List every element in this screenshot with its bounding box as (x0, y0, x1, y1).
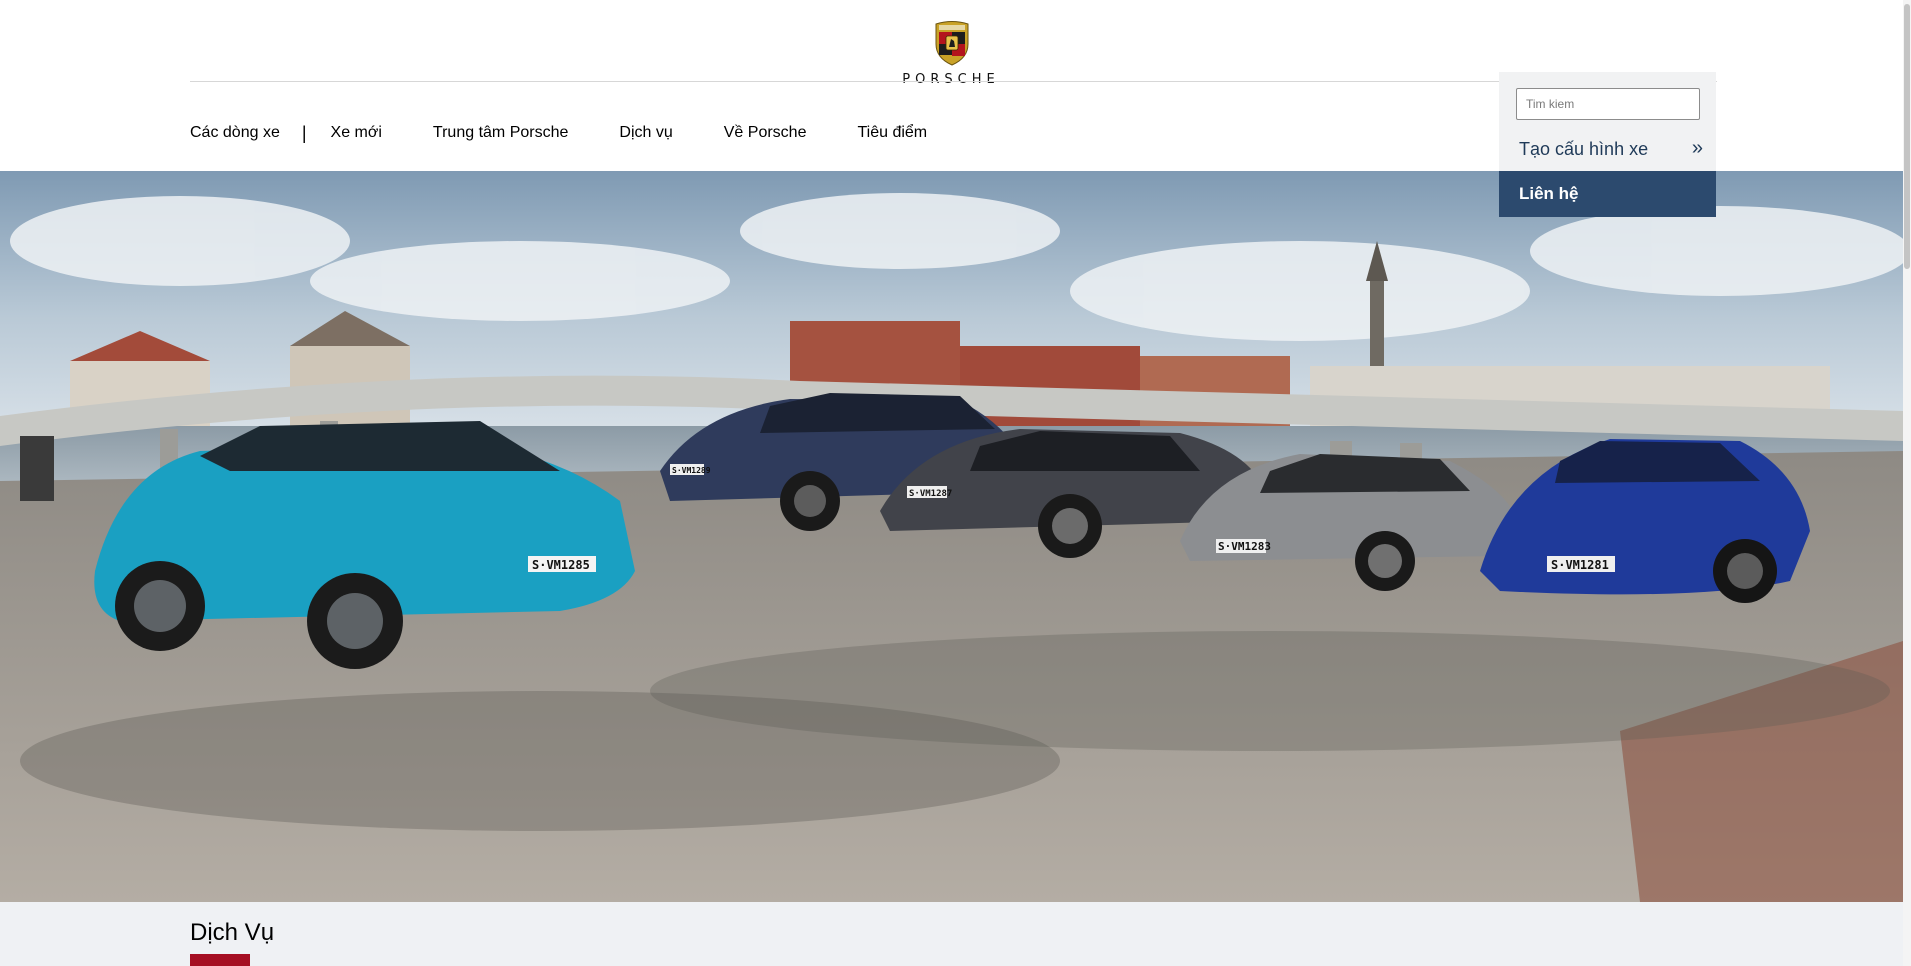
contact-label: Liên hệ (1519, 184, 1579, 203)
hero-banner-image: S·VM1285 S·VM1289 S·VM1287 S·VM1283 S·VM… (0, 171, 1903, 902)
quick-actions-panel: Tạo cấu hình xe » Liên hệ (1499, 72, 1716, 217)
nav-item-services[interactable]: Dịch vụ (619, 124, 672, 142)
configurator-label: Tạo cấu hình xe (1519, 139, 1649, 159)
nav-item-new-cars[interactable]: Xe mới (331, 124, 382, 142)
nav-item-about-porsche[interactable]: Về Porsche (724, 124, 807, 142)
configurator-link[interactable]: Tạo cấu hình xe » (1499, 130, 1716, 166)
contact-button[interactable]: Liên hệ (1499, 171, 1716, 217)
porsche-logo[interactable]: PORSCHE (889, 20, 1013, 88)
plate-cayman: S·VM1283 (1218, 540, 1271, 553)
plate-cayenne: S·VM1289 (672, 466, 711, 475)
main-nav: Các dòng xe | Xe mới Trung tâm Porsche D… (190, 122, 927, 144)
nav-item-highlights[interactable]: Tiêu điểm (857, 124, 927, 142)
hero-illustration: S·VM1285 S·VM1289 S·VM1287 S·VM1283 S·VM… (0, 171, 1903, 902)
scrollbar-thumb[interactable] (1904, 4, 1910, 269)
services-section: Dịch Vụ (0, 902, 1903, 966)
nav-item-models[interactable]: Các dòng xe (190, 124, 280, 142)
plate-macan: S·VM1285 (532, 558, 590, 572)
double-chevron-right-icon: » (1691, 137, 1703, 159)
nav-separator: | (301, 122, 307, 143)
porsche-crest-icon (935, 21, 969, 66)
porsche-wordmark: PORSCHE (902, 72, 1000, 87)
page-scrollbar[interactable] (1903, 0, 1911, 966)
plate-911: S·VM1281 (1551, 558, 1609, 572)
section-accent-bar (190, 954, 250, 966)
nav-item-porsche-center[interactable]: Trung tâm Porsche (433, 124, 568, 142)
header-divider (190, 81, 1717, 82)
plate-panamera: S·VM1287 (909, 489, 952, 499)
section-title: Dịch Vụ (190, 919, 275, 946)
search-input[interactable] (1516, 88, 1700, 120)
